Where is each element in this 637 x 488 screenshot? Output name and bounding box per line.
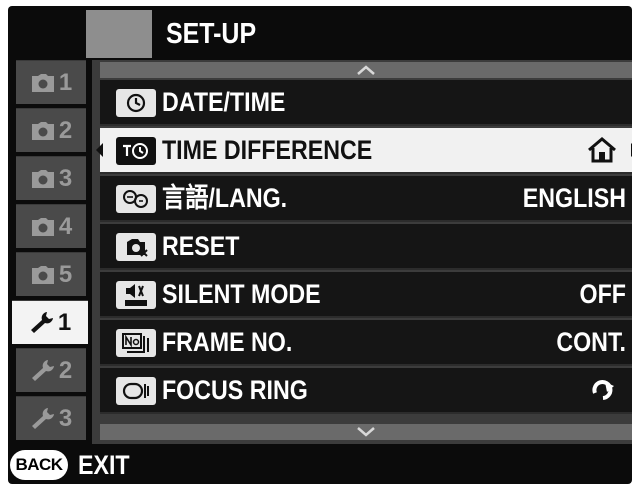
exit-label: EXIT (78, 450, 130, 480)
tab-shooting-5[interactable]: 5 (16, 252, 86, 296)
menu-item-label: DATE/TIME (162, 87, 286, 117)
menu-list: DATE/TIME TIME DIFFERENCE 言語/LANG. ENGLI… (92, 60, 632, 444)
camera-icon (30, 120, 56, 142)
silent-mode-icon (116, 281, 156, 309)
menu-item-value: ENGLISH (522, 183, 626, 213)
tab-setup-2[interactable]: 2 (16, 348, 86, 392)
menu-item-time-difference[interactable]: TIME DIFFERENCE (96, 128, 632, 174)
wrench-icon (29, 311, 55, 334)
menu-item-focus-ring[interactable]: FOCUS RING (100, 368, 632, 414)
wrench-icon (30, 407, 56, 430)
camera-menu-screen: SET-UP 1 2 3 4 5 1 2 3 DATE/TIME TIME DI… (8, 6, 632, 484)
tab-setup-3[interactable]: 3 (16, 396, 86, 440)
footer-bar: BACK EXIT (8, 446, 632, 484)
menu-item-reset[interactable]: RESET (100, 224, 632, 270)
tab-number: 2 (58, 116, 73, 144)
menu-item-label: 言語/LANG. (162, 183, 288, 213)
time-difference-icon (116, 137, 156, 165)
tab-shooting-4[interactable]: 4 (16, 204, 86, 248)
tab-number: 4 (58, 212, 73, 240)
frame-number-icon (116, 329, 156, 357)
camera-icon (30, 216, 56, 238)
tab-setup-1[interactable]: 1 (12, 300, 88, 344)
focus-ring-icon (116, 377, 156, 405)
tab-number: 1 (57, 308, 72, 336)
menu-item-language[interactable]: 言語/LANG. ENGLISH (100, 176, 632, 222)
menu-item-value: CONT. (556, 327, 626, 357)
arrow-left-icon (96, 143, 103, 157)
clock-icon (116, 89, 156, 117)
wrench-icon (30, 359, 56, 382)
tab-shooting-3[interactable]: 3 (16, 156, 86, 200)
menu-tabs: 1 2 3 4 5 1 2 3 (12, 60, 88, 444)
scroll-down-indicator[interactable] (100, 424, 632, 440)
page-title: SET-UP (166, 18, 257, 50)
menu-item-label: TIME DIFFERENCE (162, 135, 373, 165)
header-swatch (86, 10, 152, 58)
tab-number: 1 (58, 68, 73, 96)
tab-number: 2 (58, 356, 73, 384)
tab-shooting-1[interactable]: 1 (16, 60, 86, 104)
menu-item-label: FRAME NO. (162, 327, 293, 357)
reset-icon (116, 233, 156, 261)
tab-number: 5 (58, 260, 73, 288)
chevron-down-icon (357, 427, 375, 437)
menu-item-label: RESET (162, 231, 240, 261)
camera-icon (30, 168, 56, 190)
back-button[interactable]: BACK (10, 450, 68, 480)
home-icon (588, 137, 616, 163)
menu-item-value: OFF (579, 279, 626, 309)
menu-item-label: FOCUS RING (162, 375, 308, 405)
menu-item-frame-number[interactable]: FRAME NO. CONT. (100, 320, 632, 366)
scroll-up-indicator[interactable] (100, 62, 632, 78)
menu-item-label: SILENT MODE (162, 279, 321, 309)
camera-icon (30, 264, 56, 286)
menu-item-date-time[interactable]: DATE/TIME (100, 80, 632, 126)
tab-shooting-2[interactable]: 2 (16, 108, 86, 152)
menu-item-silent-mode[interactable]: SILENT MODE OFF (100, 272, 632, 318)
chevron-up-icon (357, 65, 375, 75)
language-icon (116, 185, 156, 213)
tab-number: 3 (58, 164, 73, 192)
tab-number: 3 (58, 404, 73, 432)
clockwise-arrow-icon (592, 380, 614, 400)
camera-icon (30, 72, 56, 94)
arrow-right-icon (631, 143, 632, 157)
